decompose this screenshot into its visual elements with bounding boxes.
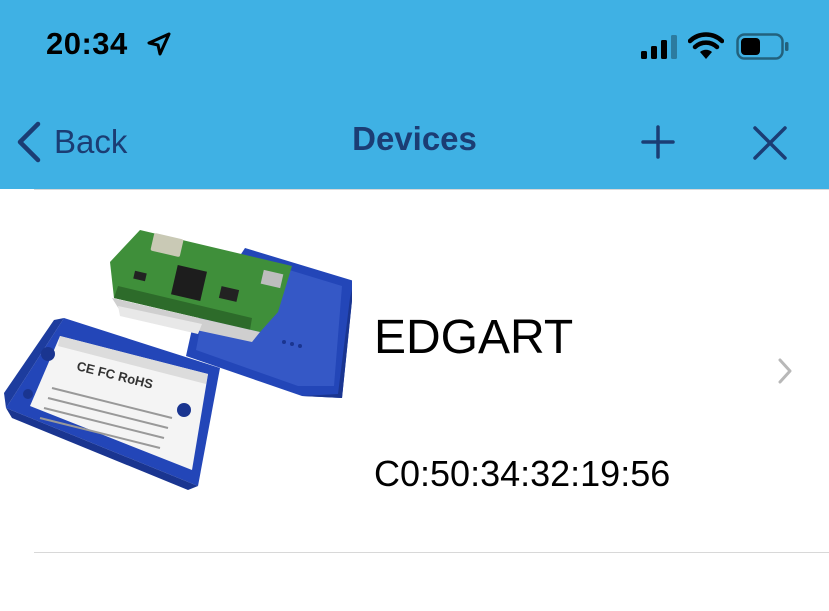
wifi-icon — [688, 32, 724, 59]
divider — [34, 552, 829, 553]
location-arrow-icon — [147, 32, 171, 56]
battery-icon — [736, 33, 789, 60]
add-device-button[interactable] — [640, 124, 676, 160]
chevron-right-icon — [778, 358, 792, 384]
sensor-device-image: CE FC RoHS — [4, 230, 352, 490]
device-name: EDGART — [374, 311, 574, 364]
status-time: 20:34 — [46, 26, 128, 61]
plus-icon — [641, 125, 675, 159]
page-title: Devices — [352, 120, 477, 157]
app-header: 20:34 Back Devices — [0, 0, 829, 189]
device-mac-address: C0:50:34:32:19:56 — [374, 453, 671, 494]
close-icon — [753, 126, 787, 160]
cellular-signal-icon — [641, 35, 677, 59]
close-button[interactable] — [751, 124, 789, 162]
